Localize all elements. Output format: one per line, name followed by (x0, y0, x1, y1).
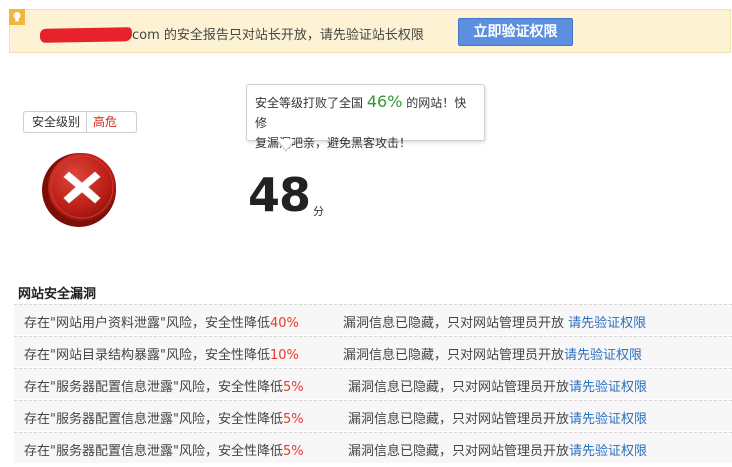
risk-percent: 5% (282, 380, 304, 395)
tooltip-arrow-fill (277, 139, 295, 150)
vulnerability-row: 存在"服务器配置信息泄露"风险，安全性降低5% 漏洞信息已隐藏，只对网站管理员开… (14, 432, 732, 463)
vulnerability-desc: 存在"网站用户资料泄露"风险，安全性降低40% (24, 316, 299, 331)
score-unit: 分 (313, 205, 324, 218)
hidden-note: 漏洞信息已隐藏，只对网站管理员开放 请先验证权限 (343, 316, 647, 331)
risk-percent: 5% (282, 412, 304, 427)
hidden-note: 漏洞信息已隐藏，只对网站管理员开放请先验证权限 (348, 412, 648, 427)
risk-percent: 10% (269, 348, 299, 363)
hidden-note: 漏洞信息已隐藏，只对网站管理员开放请先验证权限 (343, 348, 643, 363)
verify-link[interactable]: 请先验证权限 (569, 444, 647, 459)
security-level-badge: 安全级别 高危 (23, 111, 137, 133)
ranking-tooltip: 安全等级打败了全国 46% 的网站！快修 复漏洞吧亲，避免黑客攻击！ (246, 84, 485, 150)
risk-percent: 40% (269, 316, 299, 331)
verify-link[interactable]: 请先验证权限 (568, 316, 646, 331)
beat-percent: 46% (366, 92, 403, 111)
vulnerability-desc: 存在"服务器配置信息泄露"风险，安全性降低5% (24, 380, 304, 395)
vulnerability-desc: 存在"网站目录结构暴露"风险，安全性降低10% (24, 348, 299, 363)
vulnerability-list: 存在"网站用户资料泄露"风险，安全性降低40% 漏洞信息已隐藏，只对网站管理员开… (14, 304, 732, 464)
vulnerability-row: 存在"网站目录结构暴露"风险，安全性降低10% 漏洞信息已隐藏，只对网站管理员开… (14, 336, 732, 367)
security-level-value: 高危 (93, 115, 118, 129)
vulnerability-row: 存在"服务器配置信息泄露"风险，安全性降低5% 漏洞信息已隐藏，只对网站管理员开… (14, 368, 732, 399)
redacted-domain (39, 27, 133, 43)
vulnerability-section-title: 网站安全漏洞 (18, 287, 97, 302)
verify-notice-bar: com 的安全报告只对站长开放，请先验证站长权限 立即验证权限 (9, 9, 731, 53)
verify-link[interactable]: 请先验证权限 (564, 348, 642, 363)
notice-message: com 的安全报告只对站长开放，请先验证站长权限 (132, 28, 424, 43)
hidden-note: 漏洞信息已隐藏，只对网站管理员开放请先验证权限 (348, 380, 648, 395)
verify-link[interactable]: 请先验证权限 (569, 412, 647, 427)
vulnerability-desc: 存在"服务器配置信息泄露"风险，安全性降低5% (24, 444, 304, 459)
risk-percent: 5% (282, 444, 304, 459)
vulnerability-row: 存在"网站用户资料泄露"风险，安全性降低40% 漏洞信息已隐藏，只对网站管理员开… (14, 304, 732, 335)
tooltip-line1: 安全等级打败了全国 46% 的网站！快修 (255, 92, 467, 130)
hidden-note: 漏洞信息已隐藏，只对网站管理员开放请先验证权限 (348, 444, 648, 459)
verify-link[interactable]: 请先验证权限 (569, 380, 647, 395)
vulnerability-row: 存在"服务器配置信息泄露"风险，安全性降低5% 漏洞信息已隐藏，只对网站管理员开… (14, 400, 732, 431)
security-score: 48 (248, 168, 311, 222)
verify-permission-button[interactable]: 立即验证权限 (458, 18, 573, 46)
security-level-label: 安全级别 (24, 112, 88, 132)
danger-x-icon (42, 153, 116, 227)
lightbulb-icon (9, 9, 25, 25)
vulnerability-desc: 存在"服务器配置信息泄露"风险，安全性降低5% (24, 412, 304, 427)
